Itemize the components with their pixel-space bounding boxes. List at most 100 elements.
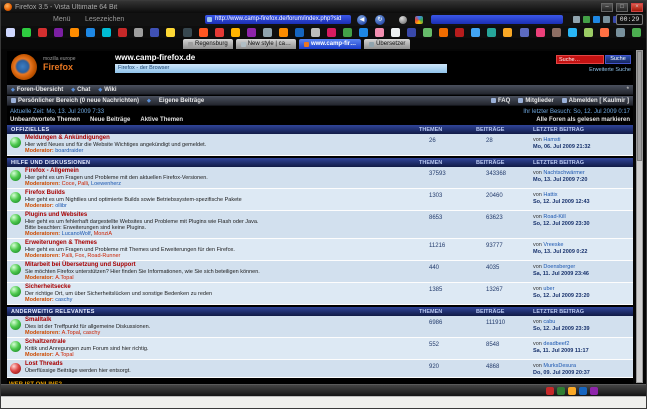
forum-search-input[interactable]: [556, 55, 604, 64]
moderator-link[interactable]: A.Topal: [62, 330, 80, 336]
addon-icon[interactable]: [70, 27, 80, 37]
last-post-user-link[interactable]: cabu: [543, 319, 555, 325]
search-bar-browser[interactable]: [431, 15, 563, 24]
maximize-button[interactable]: □: [616, 2, 628, 12]
addon-icon[interactable]: [6, 27, 15, 37]
addon-icon[interactable]: [230, 27, 240, 37]
menu-item-0[interactable]: Menü: [53, 16, 71, 23]
addon-icon[interactable]: [423, 27, 433, 37]
vertical-scrollbar[interactable]: [636, 50, 643, 383]
advanced-search-link[interactable]: Erweiterte Suche: [589, 67, 631, 73]
addon-icon[interactable]: [54, 27, 64, 37]
statusbar-addon-icon[interactable]: [557, 387, 565, 395]
addon-icon[interactable]: [391, 27, 401, 37]
moderator-link[interactable]: Loewenherz: [91, 181, 121, 187]
personal-area-link[interactable]: Persönlicher Bereich (0 neue Nachrichten…: [11, 98, 139, 104]
forum-link[interactable]: Erweiterungen & Themes: [25, 240, 235, 247]
scrollbar-thumb[interactable]: [637, 51, 642, 161]
addon-icon[interactable]: [102, 27, 112, 37]
last-post-user-link[interactable]: Hamsti: [543, 137, 560, 143]
addon-icon[interactable]: [294, 27, 304, 37]
moderator-link[interactable]: Road-Runner: [87, 253, 120, 259]
addon-icon[interactable]: [262, 27, 272, 37]
forum-search-button[interactable]: Suche: [605, 55, 631, 64]
forum-link[interactable]: Lost Threads: [25, 361, 131, 368]
addon-icon[interactable]: [134, 27, 144, 37]
globe-icon[interactable]: [399, 16, 407, 24]
addon-icon[interactable]: [86, 27, 96, 37]
moderator-link[interactable]: MonziA: [94, 231, 112, 237]
menu-item-1[interactable]: Lesezeichen: [85, 16, 124, 23]
addon-icon[interactable]: [535, 27, 545, 37]
addon-icon[interactable]: [38, 27, 48, 37]
addon-icon[interactable]: [487, 27, 497, 37]
addon-icon[interactable]: [551, 27, 561, 37]
nav-primary-2[interactable]: ◆ Wiki: [98, 87, 116, 93]
url-bar[interactable]: http://www.camp-firefox.de/forum/index.p…: [205, 15, 351, 24]
nav-secondary-2[interactable]: Abmelden [ Kaulmir ]: [561, 98, 629, 104]
moderator-link[interactable]: caschy: [83, 330, 100, 336]
last-post-user-link[interactable]: MurksDesura: [543, 363, 576, 369]
reload-button[interactable]: ↻: [375, 15, 385, 25]
last-post-user-link[interactable]: deadbeef2: [543, 341, 569, 347]
moderator-link[interactable]: A.Topal: [55, 352, 73, 358]
statusbar-addon-icon[interactable]: [590, 387, 598, 395]
mark-read-link[interactable]: Alle Foren als gelesen markieren: [536, 117, 630, 123]
addon-icon[interactable]: [150, 27, 160, 37]
nav-secondary-1[interactable]: Mitglieder: [518, 98, 554, 104]
moderator-link[interactable]: A.Topal: [55, 275, 73, 281]
quick-link-0[interactable]: Unbeantwortete Themen: [10, 117, 80, 123]
last-post-user-link[interactable]: Road-Kill: [543, 214, 565, 220]
quick-link-1[interactable]: Neue Beiträge: [90, 117, 130, 123]
addon-icon[interactable]: [246, 27, 256, 37]
moderator-link[interactable]: Palli: [78, 181, 88, 187]
addon-icon[interactable]: [182, 27, 192, 37]
tab-0[interactable]: Regensburg: [183, 39, 233, 49]
addon-icon[interactable]: [439, 27, 449, 37]
google-icon[interactable]: [415, 16, 423, 24]
tab-3[interactable]: Übersetzer: [364, 39, 411, 49]
back-button[interactable]: ◀: [357, 15, 367, 25]
moderator-link[interactable]: ollibr: [55, 203, 67, 209]
addon-icon[interactable]: [22, 27, 32, 37]
forum-link[interactable]: Smalltalk: [25, 317, 150, 324]
last-post-user-link[interactable]: Doensberger: [543, 264, 575, 270]
forum-link[interactable]: Meldungen & Ankündigungen: [25, 135, 206, 142]
addon-icon[interactable]: [326, 27, 336, 37]
moderator-link[interactable]: boardraider: [55, 148, 83, 154]
forum-link[interactable]: Sicherheitsecke: [25, 284, 212, 291]
addon-icon[interactable]: [471, 27, 481, 37]
moderator-link[interactable]: Palli: [62, 253, 72, 259]
addon-icon[interactable]: [567, 27, 577, 37]
forum-link[interactable]: Mitarbeit bei Übersetzung und Support: [25, 262, 260, 269]
moderator-link[interactable]: Coce: [62, 181, 75, 187]
moderator-link[interactable]: Fox: [75, 253, 84, 259]
last-post-user-link[interactable]: uber: [543, 286, 554, 292]
addon-icon[interactable]: [359, 27, 369, 37]
nav-primary-0[interactable]: ◆ Foren-Übersicht: [11, 87, 63, 93]
extension-icon[interactable]: [593, 16, 600, 23]
forum-link[interactable]: Firefox Builds: [25, 190, 242, 197]
addon-icon[interactable]: [407, 27, 417, 37]
extension-icon[interactable]: [603, 16, 610, 23]
extension-icon[interactable]: [573, 16, 580, 23]
addon-icon[interactable]: [519, 27, 529, 37]
moderator-link[interactable]: LucanoWolf: [62, 231, 91, 237]
addon-icon[interactable]: [342, 27, 352, 37]
statusbar-addon-icon[interactable]: [568, 387, 576, 395]
own-posts-link[interactable]: Eigene Beiträge: [159, 98, 204, 104]
moderator-link[interactable]: caschy: [55, 297, 72, 303]
last-post-user-link[interactable]: Vreeske: [543, 242, 563, 248]
quick-link-2[interactable]: Aktive Themen: [140, 117, 183, 123]
statusbar-addon-icon[interactable]: [579, 387, 587, 395]
forum-link[interactable]: Firefox - Allgemein: [25, 168, 208, 175]
forum-link[interactable]: Plugins und Websites: [25, 212, 258, 219]
minimize-button[interactable]: –: [601, 2, 613, 12]
addon-icon[interactable]: [503, 27, 513, 37]
addon-icon[interactable]: [375, 27, 385, 37]
addon-icon[interactable]: [455, 27, 465, 37]
addon-icon[interactable]: [118, 27, 128, 37]
addon-icon[interactable]: [615, 27, 625, 37]
tab-1[interactable]: New style | ca…: [235, 39, 296, 49]
last-post-user-link[interactable]: Hattix: [543, 192, 557, 198]
